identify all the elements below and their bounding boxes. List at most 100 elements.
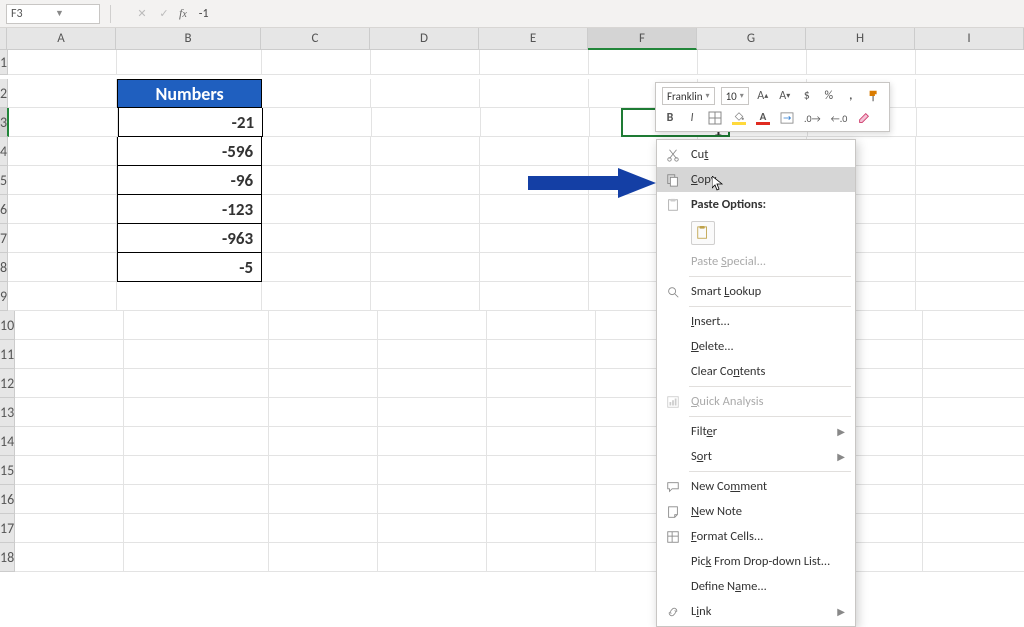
menu-new-note[interactable]: New Note <box>657 499 855 524</box>
cell[interactable] <box>371 282 480 311</box>
cell[interactable] <box>916 224 1024 253</box>
cell[interactable] <box>15 514 124 543</box>
cell[interactable] <box>487 543 596 572</box>
cell[interactable] <box>923 340 1024 369</box>
cell[interactable] <box>916 50 1024 75</box>
cell[interactable] <box>378 543 487 572</box>
cell[interactable] <box>378 311 487 340</box>
increase-font-icon[interactable]: A▴ <box>755 87 771 105</box>
col-header-I[interactable]: I <box>915 28 1024 50</box>
cell[interactable] <box>269 427 378 456</box>
cell[interactable] <box>269 398 378 427</box>
cell[interactable] <box>8 166 117 195</box>
menu-define-name[interactable]: Define Name... <box>657 574 855 599</box>
cell[interactable] <box>15 456 124 485</box>
cell[interactable] <box>916 195 1024 224</box>
cell[interactable] <box>378 485 487 514</box>
cell[interactable] <box>916 166 1024 195</box>
cell[interactable] <box>124 369 269 398</box>
cell[interactable] <box>923 543 1024 572</box>
currency-icon[interactable]: $ <box>799 87 815 105</box>
cell[interactable] <box>8 195 117 224</box>
cell[interactable] <box>262 253 371 282</box>
cell[interactable] <box>124 311 269 340</box>
cell[interactable] <box>480 253 589 282</box>
cell[interactable] <box>8 224 117 253</box>
cell[interactable] <box>15 427 124 456</box>
cell[interactable] <box>262 166 371 195</box>
cell[interactable] <box>262 195 371 224</box>
increase-decimal-icon[interactable]: .0→ <box>802 109 823 127</box>
confirm-icon[interactable]: ✓ <box>157 7 171 21</box>
cell[interactable] <box>262 224 371 253</box>
col-header-E[interactable]: E <box>479 28 588 50</box>
cell[interactable] <box>15 340 124 369</box>
cell[interactable] <box>378 427 487 456</box>
cell[interactable] <box>916 253 1024 282</box>
comma-icon[interactable]: , <box>843 87 859 105</box>
cell[interactable] <box>8 282 117 311</box>
cell[interactable] <box>487 456 596 485</box>
chevron-down-icon[interactable]: ▾ <box>706 91 710 101</box>
menu-insert[interactable]: Insert... <box>657 309 855 334</box>
cell[interactable] <box>8 79 117 108</box>
cell[interactable] <box>923 427 1024 456</box>
cell[interactable] <box>269 311 378 340</box>
col-header-F[interactable]: F <box>588 28 697 50</box>
cell[interactable] <box>269 485 378 514</box>
col-header-H[interactable]: H <box>806 28 915 50</box>
cell[interactable] <box>124 340 269 369</box>
chevron-down-icon[interactable]: ▼ <box>55 8 95 19</box>
name-box[interactable]: F3 ▼ <box>6 4 100 24</box>
row-header[interactable]: 3 <box>0 108 9 137</box>
decrease-font-icon[interactable]: A▾ <box>777 87 793 105</box>
cell[interactable] <box>124 514 269 543</box>
cell[interactable] <box>480 282 589 311</box>
cell[interactable] <box>124 485 269 514</box>
select-all-corner[interactable] <box>0 28 7 50</box>
cell[interactable] <box>372 108 481 137</box>
row-header[interactable]: 14 <box>0 427 15 456</box>
menu-pick-list[interactable]: Pick From Drop-down List... <box>657 549 855 574</box>
cell[interactable] <box>124 427 269 456</box>
cell[interactable] <box>9 108 118 137</box>
table-header[interactable]: Numbers <box>117 79 262 108</box>
cell[interactable] <box>8 50 117 75</box>
cell[interactable] <box>269 543 378 572</box>
row-header[interactable]: 15 <box>0 456 15 485</box>
cell[interactable] <box>8 253 117 282</box>
row-header[interactable]: 7 <box>0 224 8 253</box>
row-header[interactable]: 17 <box>0 514 15 543</box>
cell[interactable] <box>15 543 124 572</box>
bold-button[interactable]: B <box>662 109 678 127</box>
cell[interactable] <box>262 50 371 75</box>
row-header[interactable]: 2 <box>0 79 8 108</box>
menu-cut[interactable]: Cut <box>657 142 855 167</box>
cell[interactable] <box>371 224 480 253</box>
format-painter-icon[interactable] <box>865 87 883 105</box>
table-cell[interactable]: -596 <box>117 137 262 166</box>
percent-icon[interactable]: % <box>821 87 837 105</box>
cell[interactable] <box>269 340 378 369</box>
cell[interactable] <box>487 485 596 514</box>
font-size-select[interactable]: 10 ▾ <box>721 87 749 105</box>
cell[interactable] <box>487 427 596 456</box>
cancel-icon[interactable]: ✕ <box>135 7 149 21</box>
cell[interactable] <box>124 543 269 572</box>
cell[interactable] <box>923 514 1024 543</box>
cell[interactable] <box>263 108 372 137</box>
menu-format-cells[interactable]: Format Cells... <box>657 524 855 549</box>
col-header-A[interactable]: A <box>7 28 116 50</box>
menu-copy[interactable]: Copy <box>657 167 855 192</box>
cell[interactable] <box>480 50 589 75</box>
cell[interactable] <box>480 137 589 166</box>
fill-color-icon[interactable] <box>730 109 748 127</box>
cell[interactable] <box>117 282 262 311</box>
row-header[interactable]: 10 <box>0 311 15 340</box>
row-header[interactable]: 18 <box>0 543 15 572</box>
menu-smart-lookup[interactable]: Smart Lookup <box>657 279 855 304</box>
cell[interactable] <box>480 224 589 253</box>
cell[interactable] <box>269 514 378 543</box>
table-cell[interactable]: -963 <box>117 224 262 253</box>
row-header[interactable]: 11 <box>0 340 15 369</box>
